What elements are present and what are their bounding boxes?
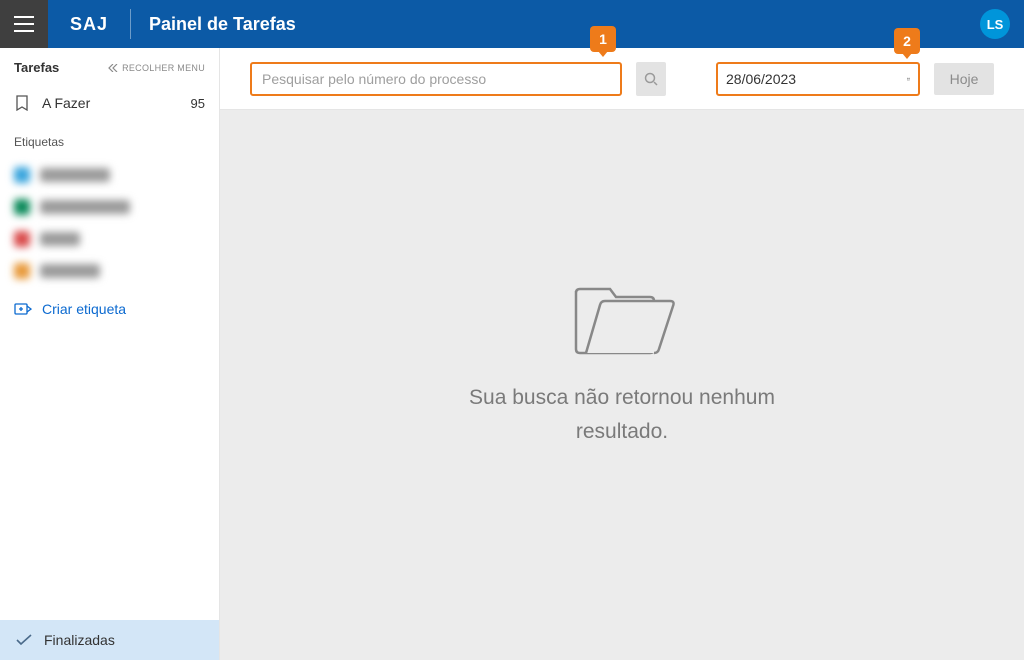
toolbar: 1 2 Hoje [220,48,1024,110]
callout-badge-1: 1 [590,26,616,52]
app-header: SAJ Painel de Tarefas LS [0,0,1024,48]
menu-button[interactable] [0,0,48,48]
tag-item[interactable] [14,223,205,255]
tags-list [0,159,219,287]
search-field-wrap: 1 [250,62,622,96]
hamburger-icon [14,16,34,32]
tag-plus-icon [14,301,32,317]
brand-logo: SAJ [48,14,130,35]
check-icon [16,634,32,646]
callout-badge-2: 2 [894,28,920,54]
create-tag-label: Criar etiqueta [42,301,126,317]
sidebar-section-title: Tarefas [14,60,59,75]
sidebar-item-count: 95 [191,96,205,111]
tag-item[interactable] [14,191,205,223]
collapse-label: RECOLHER MENU [122,63,205,73]
sidebar-item-label: A Fazer [42,95,191,111]
user-avatar[interactable]: LS [980,9,1010,39]
sidebar-item-todo[interactable]: A Fazer 95 [0,85,219,121]
tag-item[interactable] [14,159,205,191]
date-input[interactable] [726,71,907,87]
bookmark-icon [14,95,30,111]
tag-item[interactable] [14,255,205,287]
collapse-menu-button[interactable]: RECOLHER MENU [108,63,205,73]
search-icon [644,72,658,86]
finalizadas-label: Finalizadas [44,632,115,648]
tags-section-label: Etiquetas [0,121,219,159]
empty-message: Sua busca não retornou nenhum resultado. [462,381,782,448]
chevron-double-left-icon [108,64,118,72]
page-title: Painel de Tarefas [131,14,296,35]
folder-open-icon [566,261,678,361]
calendar-icon[interactable] [907,71,910,87]
search-button[interactable] [636,62,666,96]
sidebar-item-finalizadas[interactable]: Finalizadas [0,620,219,660]
empty-state: Sua busca não retornou nenhum resultado. [220,110,1024,660]
create-tag-button[interactable]: Criar etiqueta [0,287,219,331]
sidebar: Tarefas RECOLHER MENU A Fazer 95 Etiquet… [0,48,220,660]
date-field-wrap: 2 [716,62,920,96]
main-content: 1 2 Hoje Sua [220,48,1024,660]
search-input[interactable] [250,62,622,96]
today-button[interactable]: Hoje [934,63,994,95]
